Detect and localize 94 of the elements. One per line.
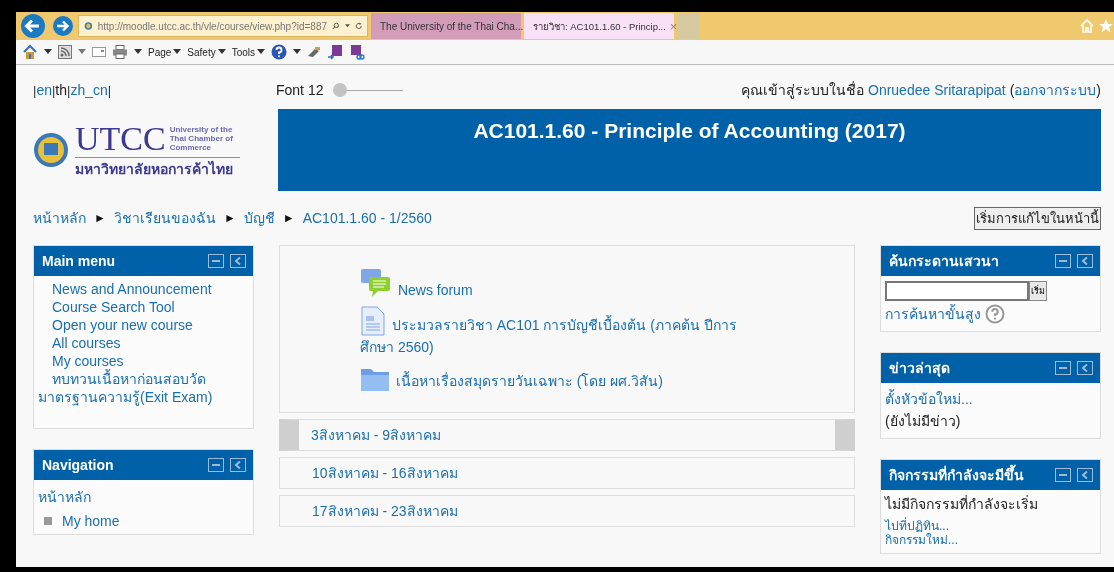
advanced-search-link[interactable]: การค้นหาขั้นสูง (885, 303, 981, 325)
slider-thumb[interactable] (333, 83, 348, 97)
course-title: AC101.1.60 - Principle of Accounting (2017) (473, 119, 906, 144)
dropdown-icon (173, 49, 182, 55)
forum-icon (360, 268, 392, 298)
calendar-link[interactable]: ไปที่ปฏิทิน... (885, 519, 1096, 533)
breadcrumb-link[interactable]: หน้าหลัก (33, 207, 86, 229)
menu-link[interactable]: ทบทวนเนื้อหาก่อนสอบวัดมาตรฐานความรู้(Exit Exam) (38, 370, 249, 406)
add-topic-link[interactable]: ตั้งหัวข้อใหม่... (885, 388, 1096, 410)
breadcrumb-link[interactable]: บัญชี (243, 207, 275, 229)
folder-icon (360, 366, 390, 392)
forward-icon[interactable] (51, 15, 75, 37)
dock-icon[interactable] (1077, 468, 1093, 482)
nav-link[interactable]: My home (62, 512, 120, 530)
menu-link[interactable]: All courses (38, 334, 249, 352)
login-info: คุณเข้าสู่ระบบในชื่อ Onruedee Sritarapipat (ออกจากระบบ) (741, 80, 1101, 101)
printer-icon[interactable] (112, 45, 128, 59)
collapse-icon[interactable] (208, 458, 224, 472)
back-icon[interactable] (18, 14, 48, 38)
dock-icon[interactable] (230, 254, 246, 268)
dropdown-icon[interactable] (44, 49, 52, 55)
dropdown-icon (217, 49, 226, 55)
no-news-text: (ยังไม่มีข่าว) (885, 412, 962, 431)
breadcrumb-link[interactable]: วิชาเรียนของฉัน (113, 207, 216, 229)
breadcrumb-link[interactable]: AC101.1.60 - 1/2560 (302, 210, 432, 226)
no-events-text: ไม่มีกิจกรรมที่กำลังจะเริ่ม (885, 495, 1039, 513)
user-link[interactable]: Onruedee Sritarapipat (868, 82, 1006, 98)
tools-icon[interactable] (307, 46, 322, 58)
logo-thai-name: มหาวิทยาลัยหอการค้าไทย (75, 156, 240, 180)
collapse-icon[interactable] (208, 254, 224, 268)
command-menu[interactable]: Page (148, 46, 182, 58)
block-title: Main menu (42, 253, 117, 269)
separator: | (107, 82, 112, 98)
logo-subtitle: University of the Thai Chamber of Commerce (169, 125, 234, 152)
menu-link[interactable]: Open your new course (38, 316, 249, 334)
bullet-icon (44, 517, 52, 525)
block-title: กิจกรรมที่กำลังจะมีขึ้น (889, 464, 1055, 486)
logo-wordmark: UTCC (75, 120, 166, 157)
language-link[interactable]: en (36, 82, 52, 98)
dock-icon[interactable] (1077, 361, 1093, 375)
separator: | (67, 82, 71, 98)
collapse-icon[interactable] (1055, 254, 1071, 268)
font-size-label: Font 12 (276, 82, 324, 98)
help-icon[interactable] (985, 304, 1005, 324)
block-title: ข่าวล่าสุด (889, 359, 951, 379)
week-link[interactable]: 3สิงหาคม - 9สิงหาคม (299, 424, 441, 446)
week-link[interactable]: 10สิงหาคม - 16สิงหาคม (300, 462, 458, 484)
collapse-icon[interactable] (1055, 361, 1071, 375)
home-icon[interactable] (22, 44, 38, 60)
tab-title: The University of the Thai Cha... (380, 20, 524, 32)
resource-link[interactable]: เนื้อหาเรื่องสมุดรายวันเฉพาะ (โดย ผศ.วิสัน) (360, 366, 754, 392)
calendar-link[interactable]: กิจกรรมใหม่... (885, 533, 1096, 547)
browser-tab[interactable]: The University of the Thai Cha... (371, 13, 521, 39)
separator: | (51, 82, 56, 98)
dropdown-icon[interactable] (134, 49, 142, 55)
mail-icon[interactable] (92, 46, 106, 58)
dropdown-icon[interactable] (293, 49, 302, 55)
edit-page-button[interactable]: เริ่มการแก้ไขในหน้านี้ (974, 206, 1101, 230)
refresh-icon[interactable] (354, 20, 362, 32)
breadcrumb-separator: ► (282, 211, 295, 225)
block-title: Navigation (42, 457, 115, 473)
dock-icon[interactable] (1077, 254, 1093, 268)
home-link[interactable]: หน้าหลัก (38, 488, 249, 506)
dock-icon[interactable] (230, 458, 246, 472)
breadcrumb-separator: ► (223, 211, 236, 225)
dropdown-icon (257, 49, 266, 55)
breadcrumb-separator: ► (94, 211, 106, 225)
language-link[interactable]: zh_cn (70, 82, 108, 98)
site-icon (84, 19, 93, 33)
address-bar[interactable]: http://moodle.utcc.ac.th/vle/course/view.php?id=887 (78, 15, 368, 37)
command-menu[interactable]: Safety (187, 46, 226, 58)
search-icon[interactable] (332, 20, 340, 32)
menu-link[interactable]: Course Search Tool (38, 298, 249, 316)
separator: | (33, 82, 37, 98)
tab-title: รายวิชา: AC101.1.60 - Princip... (533, 19, 666, 34)
feed-icon[interactable] (58, 45, 72, 59)
document-icon (360, 306, 386, 336)
menu-link[interactable]: My courses (38, 352, 249, 370)
search-button[interactable]: เริ่ม (1029, 281, 1047, 301)
university-seal-icon (33, 132, 69, 168)
language-link[interactable]: th (55, 82, 68, 98)
help-icon[interactable] (271, 44, 288, 60)
url-text: http://moodle.utcc.ac.th/vle/course/view.php?id=887 (97, 20, 328, 32)
resource-link[interactable]: News forum (360, 268, 754, 298)
menu-link[interactable]: News and Announcement (38, 280, 249, 298)
logout-link[interactable]: ออกจากระบบ (1014, 82, 1097, 98)
star-icon[interactable] (1098, 18, 1114, 34)
search-field[interactable] (885, 281, 1029, 301)
week-link[interactable]: 17สิงหาคม - 23สิงหาคม (300, 500, 458, 522)
block-title: ค้นกระดานเสวนา (889, 252, 1000, 271)
command-menu[interactable]: Tools (231, 46, 266, 58)
collapse-icon[interactable] (1055, 468, 1071, 482)
resource-link[interactable]: ประมวลรายวิชา AC101 การบัญชีเบื้องต้น (ภาคต้น ปีการศึกษา 2560) (360, 306, 754, 358)
dropdown-icon[interactable] (344, 23, 350, 29)
